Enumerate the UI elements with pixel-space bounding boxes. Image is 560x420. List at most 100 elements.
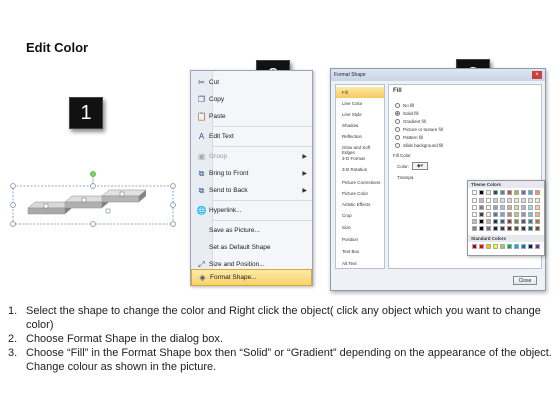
standard-color-swatch[interactable] bbox=[514, 244, 519, 249]
theme-color-swatch[interactable] bbox=[507, 219, 512, 224]
category-picture-corrections[interactable]: Picture Corrections bbox=[336, 177, 384, 188]
theme-color-swatch[interactable] bbox=[472, 219, 477, 224]
theme-color-swatch[interactable] bbox=[521, 219, 526, 224]
menu-item-group[interactable]: ▣ Group ▶ bbox=[191, 148, 312, 165]
theme-color-swatch[interactable] bbox=[521, 205, 526, 210]
theme-color-swatch[interactable] bbox=[493, 190, 498, 195]
category-reflection[interactable]: Reflection bbox=[336, 131, 384, 142]
category-crop[interactable]: Crop bbox=[336, 210, 384, 221]
solid-fill-option[interactable]: Solid fill bbox=[395, 111, 419, 116]
standard-color-swatch[interactable] bbox=[493, 244, 498, 249]
theme-color-swatch[interactable] bbox=[507, 212, 512, 217]
theme-color-swatch[interactable] bbox=[500, 226, 505, 231]
category-3d-rotation[interactable]: 3-D Rotation bbox=[336, 164, 384, 175]
category-text-box[interactable]: Text Box bbox=[336, 246, 384, 257]
theme-color-swatch[interactable] bbox=[472, 212, 477, 217]
theme-color-swatch[interactable] bbox=[535, 205, 540, 210]
theme-color-swatch[interactable] bbox=[493, 212, 498, 217]
theme-color-swatch[interactable] bbox=[472, 190, 477, 195]
standard-color-swatch[interactable] bbox=[479, 244, 484, 249]
theme-color-swatch[interactable] bbox=[528, 198, 533, 203]
picture-texture-fill-option[interactable]: Picture or texture fill bbox=[395, 127, 443, 132]
category-shadow[interactable]: Shadow bbox=[336, 120, 384, 131]
category-3d-format[interactable]: 3-D Format bbox=[336, 153, 384, 164]
theme-color-swatch[interactable] bbox=[493, 205, 498, 210]
theme-color-swatch[interactable] bbox=[521, 212, 526, 217]
theme-color-swatch[interactable] bbox=[535, 219, 540, 224]
standard-color-swatch[interactable] bbox=[500, 244, 505, 249]
menu-item-cut[interactable]: ✂ Cut bbox=[191, 74, 312, 91]
theme-color-swatch[interactable] bbox=[521, 190, 526, 195]
theme-color-swatch[interactable] bbox=[535, 226, 540, 231]
theme-color-swatch[interactable] bbox=[514, 226, 519, 231]
theme-color-swatch[interactable] bbox=[486, 226, 491, 231]
theme-color-swatch[interactable] bbox=[535, 190, 540, 195]
standard-color-swatch[interactable] bbox=[528, 244, 533, 249]
category-alt-text[interactable]: Alt Text bbox=[336, 258, 384, 269]
close-button[interactable]: Close bbox=[513, 276, 537, 285]
theme-color-swatch[interactable] bbox=[507, 190, 512, 195]
theme-color-swatch[interactable] bbox=[486, 212, 491, 217]
theme-color-swatch[interactable] bbox=[493, 198, 498, 203]
category-line-style[interactable]: Line Style bbox=[336, 109, 384, 120]
slide-background-fill-option[interactable]: Slide background fill bbox=[395, 143, 443, 148]
menu-item-format-shape[interactable]: ◈ Format Shape... bbox=[191, 269, 312, 286]
standard-color-swatch[interactable] bbox=[535, 244, 540, 249]
theme-color-swatch[interactable] bbox=[528, 205, 533, 210]
theme-color-swatch[interactable] bbox=[500, 190, 505, 195]
theme-color-swatch[interactable] bbox=[500, 198, 505, 203]
theme-color-swatch[interactable] bbox=[479, 212, 484, 217]
theme-color-swatch[interactable] bbox=[528, 212, 533, 217]
theme-color-swatch[interactable] bbox=[507, 226, 512, 231]
category-line-color[interactable]: Line Color bbox=[336, 98, 384, 109]
theme-color-swatch[interactable] bbox=[472, 205, 477, 210]
theme-color-swatch[interactable] bbox=[535, 198, 540, 203]
pattern-fill-option[interactable]: Pattern fill bbox=[395, 135, 423, 140]
theme-color-swatch[interactable] bbox=[479, 226, 484, 231]
theme-color-swatch[interactable] bbox=[514, 212, 519, 217]
menu-item-save-as-picture[interactable]: Save as Picture... bbox=[191, 222, 312, 239]
menu-item-send-to-back[interactable]: ⧉ Send to Back ▶ bbox=[191, 182, 312, 199]
no-fill-option[interactable]: No fill bbox=[395, 103, 414, 108]
theme-color-swatch[interactable] bbox=[479, 205, 484, 210]
menu-item-edit-text[interactable]: A Edit Text bbox=[191, 128, 312, 145]
theme-color-swatch[interactable] bbox=[528, 226, 533, 231]
theme-color-swatch[interactable] bbox=[507, 205, 512, 210]
theme-color-swatch[interactable] bbox=[521, 226, 526, 231]
theme-color-swatch[interactable] bbox=[521, 198, 526, 203]
theme-color-swatch[interactable] bbox=[500, 212, 505, 217]
standard-color-swatch[interactable] bbox=[472, 244, 477, 249]
category-picture-color[interactable]: Picture Color bbox=[336, 188, 384, 199]
theme-color-swatch[interactable] bbox=[486, 219, 491, 224]
category-glow-soft-edges[interactable]: Glow and Soft Edges bbox=[336, 142, 384, 155]
theme-color-swatch[interactable] bbox=[486, 198, 491, 203]
theme-color-swatch[interactable] bbox=[486, 190, 491, 195]
theme-color-swatch[interactable] bbox=[500, 219, 505, 224]
category-position[interactable]: Position bbox=[336, 234, 384, 245]
theme-color-swatch[interactable] bbox=[472, 198, 477, 203]
menu-item-paste[interactable]: 📋 Paste bbox=[191, 108, 312, 125]
theme-color-swatch[interactable] bbox=[493, 226, 498, 231]
close-icon[interactable]: × bbox=[532, 71, 542, 79]
theme-color-swatch[interactable] bbox=[479, 219, 484, 224]
gradient-fill-option[interactable]: Gradient fill bbox=[395, 119, 426, 124]
theme-color-swatch[interactable] bbox=[479, 190, 484, 195]
menu-item-set-default-shape[interactable]: Set as Default Shape bbox=[191, 239, 312, 256]
theme-color-swatch[interactable] bbox=[514, 205, 519, 210]
theme-color-swatch[interactable] bbox=[507, 198, 512, 203]
theme-color-swatch[interactable] bbox=[514, 219, 519, 224]
menu-item-hyperlink[interactable]: 🌐 Hyperlink... bbox=[191, 202, 312, 219]
color-picker-button[interactable]: ◆▾ bbox=[412, 162, 428, 170]
theme-color-swatch[interactable] bbox=[493, 219, 498, 224]
theme-color-swatch[interactable] bbox=[528, 219, 533, 224]
standard-color-swatch[interactable] bbox=[507, 244, 512, 249]
theme-color-swatch[interactable] bbox=[479, 198, 484, 203]
theme-color-swatch[interactable] bbox=[528, 190, 533, 195]
category-artistic-effects[interactable]: Artistic Effects bbox=[336, 199, 384, 210]
menu-item-bring-to-front[interactable]: ⧉ Bring to Front ▶ bbox=[191, 165, 312, 182]
theme-color-swatch[interactable] bbox=[514, 198, 519, 203]
theme-color-swatch[interactable] bbox=[535, 212, 540, 217]
category-size[interactable]: Size bbox=[336, 222, 384, 233]
theme-color-swatch[interactable] bbox=[500, 205, 505, 210]
category-fill[interactable]: Fill bbox=[336, 87, 384, 98]
